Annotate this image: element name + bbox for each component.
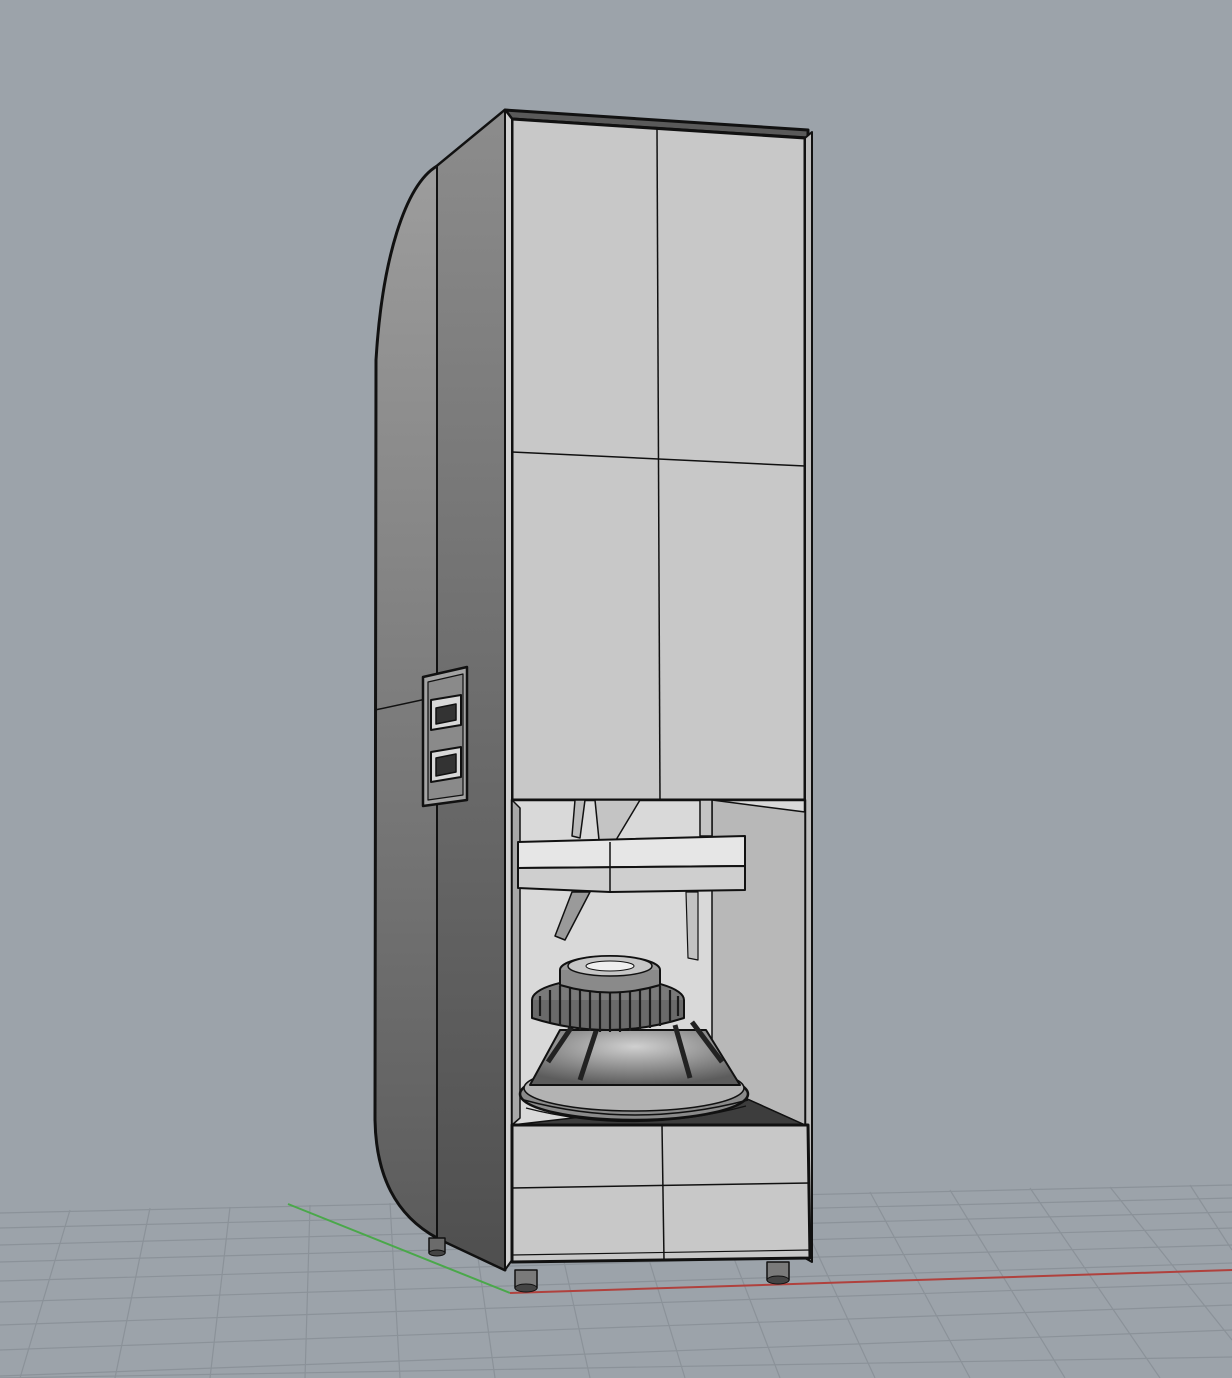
connector-plate[interactable] — [421, 665, 469, 808]
connector-socket-icon[interactable] — [430, 694, 462, 731]
foot-icon — [766, 1261, 790, 1285]
viewport-canvas[interactable] — [0, 0, 1232, 1378]
3d-viewport[interactable] — [0, 0, 1232, 1378]
foot-icon — [514, 1269, 538, 1293]
front-upper-panel[interactable] — [510, 117, 807, 802]
foot-icon — [428, 1237, 446, 1257]
x-axis-line — [509, 1269, 1232, 1294]
speaker-cabinet-model[interactable] — [373, 108, 813, 1293]
connector-socket-icon[interactable] — [430, 746, 462, 783]
front-lower-panel[interactable] — [510, 1123, 812, 1264]
